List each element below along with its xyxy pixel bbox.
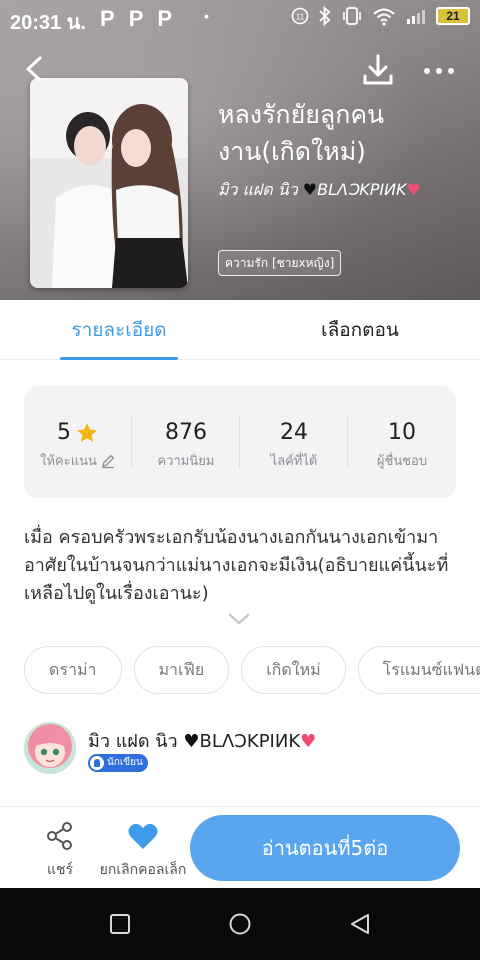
popularity-value: 876: [165, 420, 207, 445]
more-options-icon[interactable]: [420, 56, 460, 86]
stat-rating[interactable]: 5 ให้คะแนน: [24, 386, 132, 498]
status-bar: 20:31 น. P P P • 11 21: [0, 0, 480, 36]
genre-chip[interactable]: โรแมนซ์แฟนตาซี: [357, 646, 480, 694]
pink-heart-icon: ♥: [300, 731, 317, 752]
black-heart-icon: ♥: [183, 731, 200, 752]
tab-episodes[interactable]: เลือกตอน: [290, 300, 430, 360]
heart-icon: [128, 823, 158, 849]
writer-badge: นักเขียน: [88, 754, 148, 772]
fans-label: ผู้ชื่นชอบ: [376, 454, 428, 469]
genre-chip-list: ดราม่า มาเฟีย เกิดใหม่ โรแมนซ์แฟนตาซี: [24, 646, 480, 694]
stat-popularity: 876 ความนิยม: [132, 386, 240, 498]
p-app-icon: P: [100, 6, 115, 31]
writer-profile[interactable]: มิว แฝด นิว ♥BLΛƆKPIИK♥ นักเขียน: [24, 722, 464, 778]
tab-bar: รายละเอียด เลือกตอน: [0, 300, 480, 360]
recent-apps-icon[interactable]: [108, 912, 132, 936]
share-label: แชร์: [46, 862, 74, 878]
chevron-down-icon[interactable]: [226, 610, 252, 628]
share-button[interactable]: แชร์: [30, 819, 90, 881]
continue-reading-button[interactable]: อ่านตอนที่5ต่อ: [190, 815, 460, 881]
rating-label: ให้คะแนน: [40, 454, 97, 469]
fans-value: 10: [388, 420, 416, 445]
writer-name-text: มิว แฝด นิว: [88, 731, 178, 752]
bottom-action-bar: แชร์ ยกเลิกคอลเล็ก อ่านตอนที่5ต่อ: [0, 807, 480, 888]
p-app-icon: P: [128, 6, 144, 31]
novel-description: เมื่อ ครอบครัวพระเอกรับน้องนางเอกกันนางเ…: [24, 527, 449, 604]
category-tag[interactable]: ความรัก [ชายxหญิง]: [218, 250, 342, 276]
signal-icon: [407, 10, 425, 24]
home-icon[interactable]: [228, 912, 252, 936]
vibrate-icon: [343, 7, 361, 25]
genre-chip[interactable]: เกิดใหม่: [241, 646, 346, 694]
back-triangle-icon[interactable]: [348, 912, 372, 936]
novel-title: หลงรักยัยลูกคนงาน(เกิดใหม่): [218, 100, 385, 166]
stat-fans: 10 ผู้ชื่นชอบ: [348, 386, 456, 498]
popularity-label: ความนิยม: [157, 454, 215, 469]
svg-text:11: 11: [296, 13, 305, 22]
author-suffix-text: BLΛƆKPIИK: [317, 180, 407, 199]
notification-dot-icon: •: [204, 8, 209, 24]
p-app-icon: P: [157, 6, 173, 31]
stats-card: 5 ให้คะแนน 876 ความนิยม 24 ไลค์ที่ได้ 10…: [24, 386, 456, 498]
system-navigation-bar: [0, 888, 480, 960]
pen-icon: [90, 756, 104, 770]
cover-illustration: [30, 78, 188, 288]
rating-label-row: ให้คะแนน: [24, 450, 132, 471]
favorite-label: ยกเลิกคอลเล็ก: [99, 862, 187, 878]
stat-likes: 24 ไลค์ที่ได้: [240, 386, 348, 498]
edit-pencil-icon: [101, 454, 115, 468]
avatar[interactable]: [24, 722, 76, 774]
tab-details[interactable]: รายละเอียด: [60, 300, 178, 360]
bluetooth-icon: [319, 6, 331, 26]
author-name-text: มิว แฝด นิว: [218, 180, 298, 199]
writer-name: มิว แฝด นิว ♥BLΛƆKPIИK♥: [88, 726, 316, 755]
black-heart-icon: ♥: [302, 180, 318, 199]
wifi-icon: [373, 8, 395, 26]
favorite-button[interactable]: ยกเลิกคอลเล็ก: [92, 819, 194, 881]
likes-label: ไลค์ที่ได้: [270, 454, 318, 469]
share-icon: [47, 822, 72, 850]
status-time: 20:31 น.: [10, 12, 86, 34]
writer-badge-label: นักเขียน: [107, 757, 143, 768]
star-icon: [77, 422, 97, 442]
pink-heart-icon: ♥: [406, 180, 421, 199]
novel-author[interactable]: มิว แฝด นิว ♥BLΛƆKPIИK♥: [218, 178, 421, 203]
volte-icon: 11: [291, 7, 309, 25]
avatar-illustration: [24, 722, 76, 774]
rating-value: 5: [57, 420, 71, 445]
writer-suffix-text: BLΛƆKPIИK: [199, 731, 301, 752]
novel-cover-image[interactable]: [30, 78, 188, 288]
download-icon[interactable]: [360, 52, 396, 88]
system-status-icons: 11 21: [291, 6, 470, 26]
battery-icon: 21: [436, 7, 470, 25]
back-arrow-icon[interactable]: [18, 52, 52, 86]
likes-value: 24: [280, 420, 308, 445]
genre-chip[interactable]: มาเฟีย: [133, 646, 230, 694]
novel-header: 20:31 น. P P P • 11 21 หลงรักยัยลูกคนงาน…: [0, 0, 480, 300]
genre-chip[interactable]: ดราม่า: [24, 646, 122, 694]
stat-rating-value-row: 5: [24, 420, 132, 445]
notification-icons: P P P: [100, 6, 172, 32]
